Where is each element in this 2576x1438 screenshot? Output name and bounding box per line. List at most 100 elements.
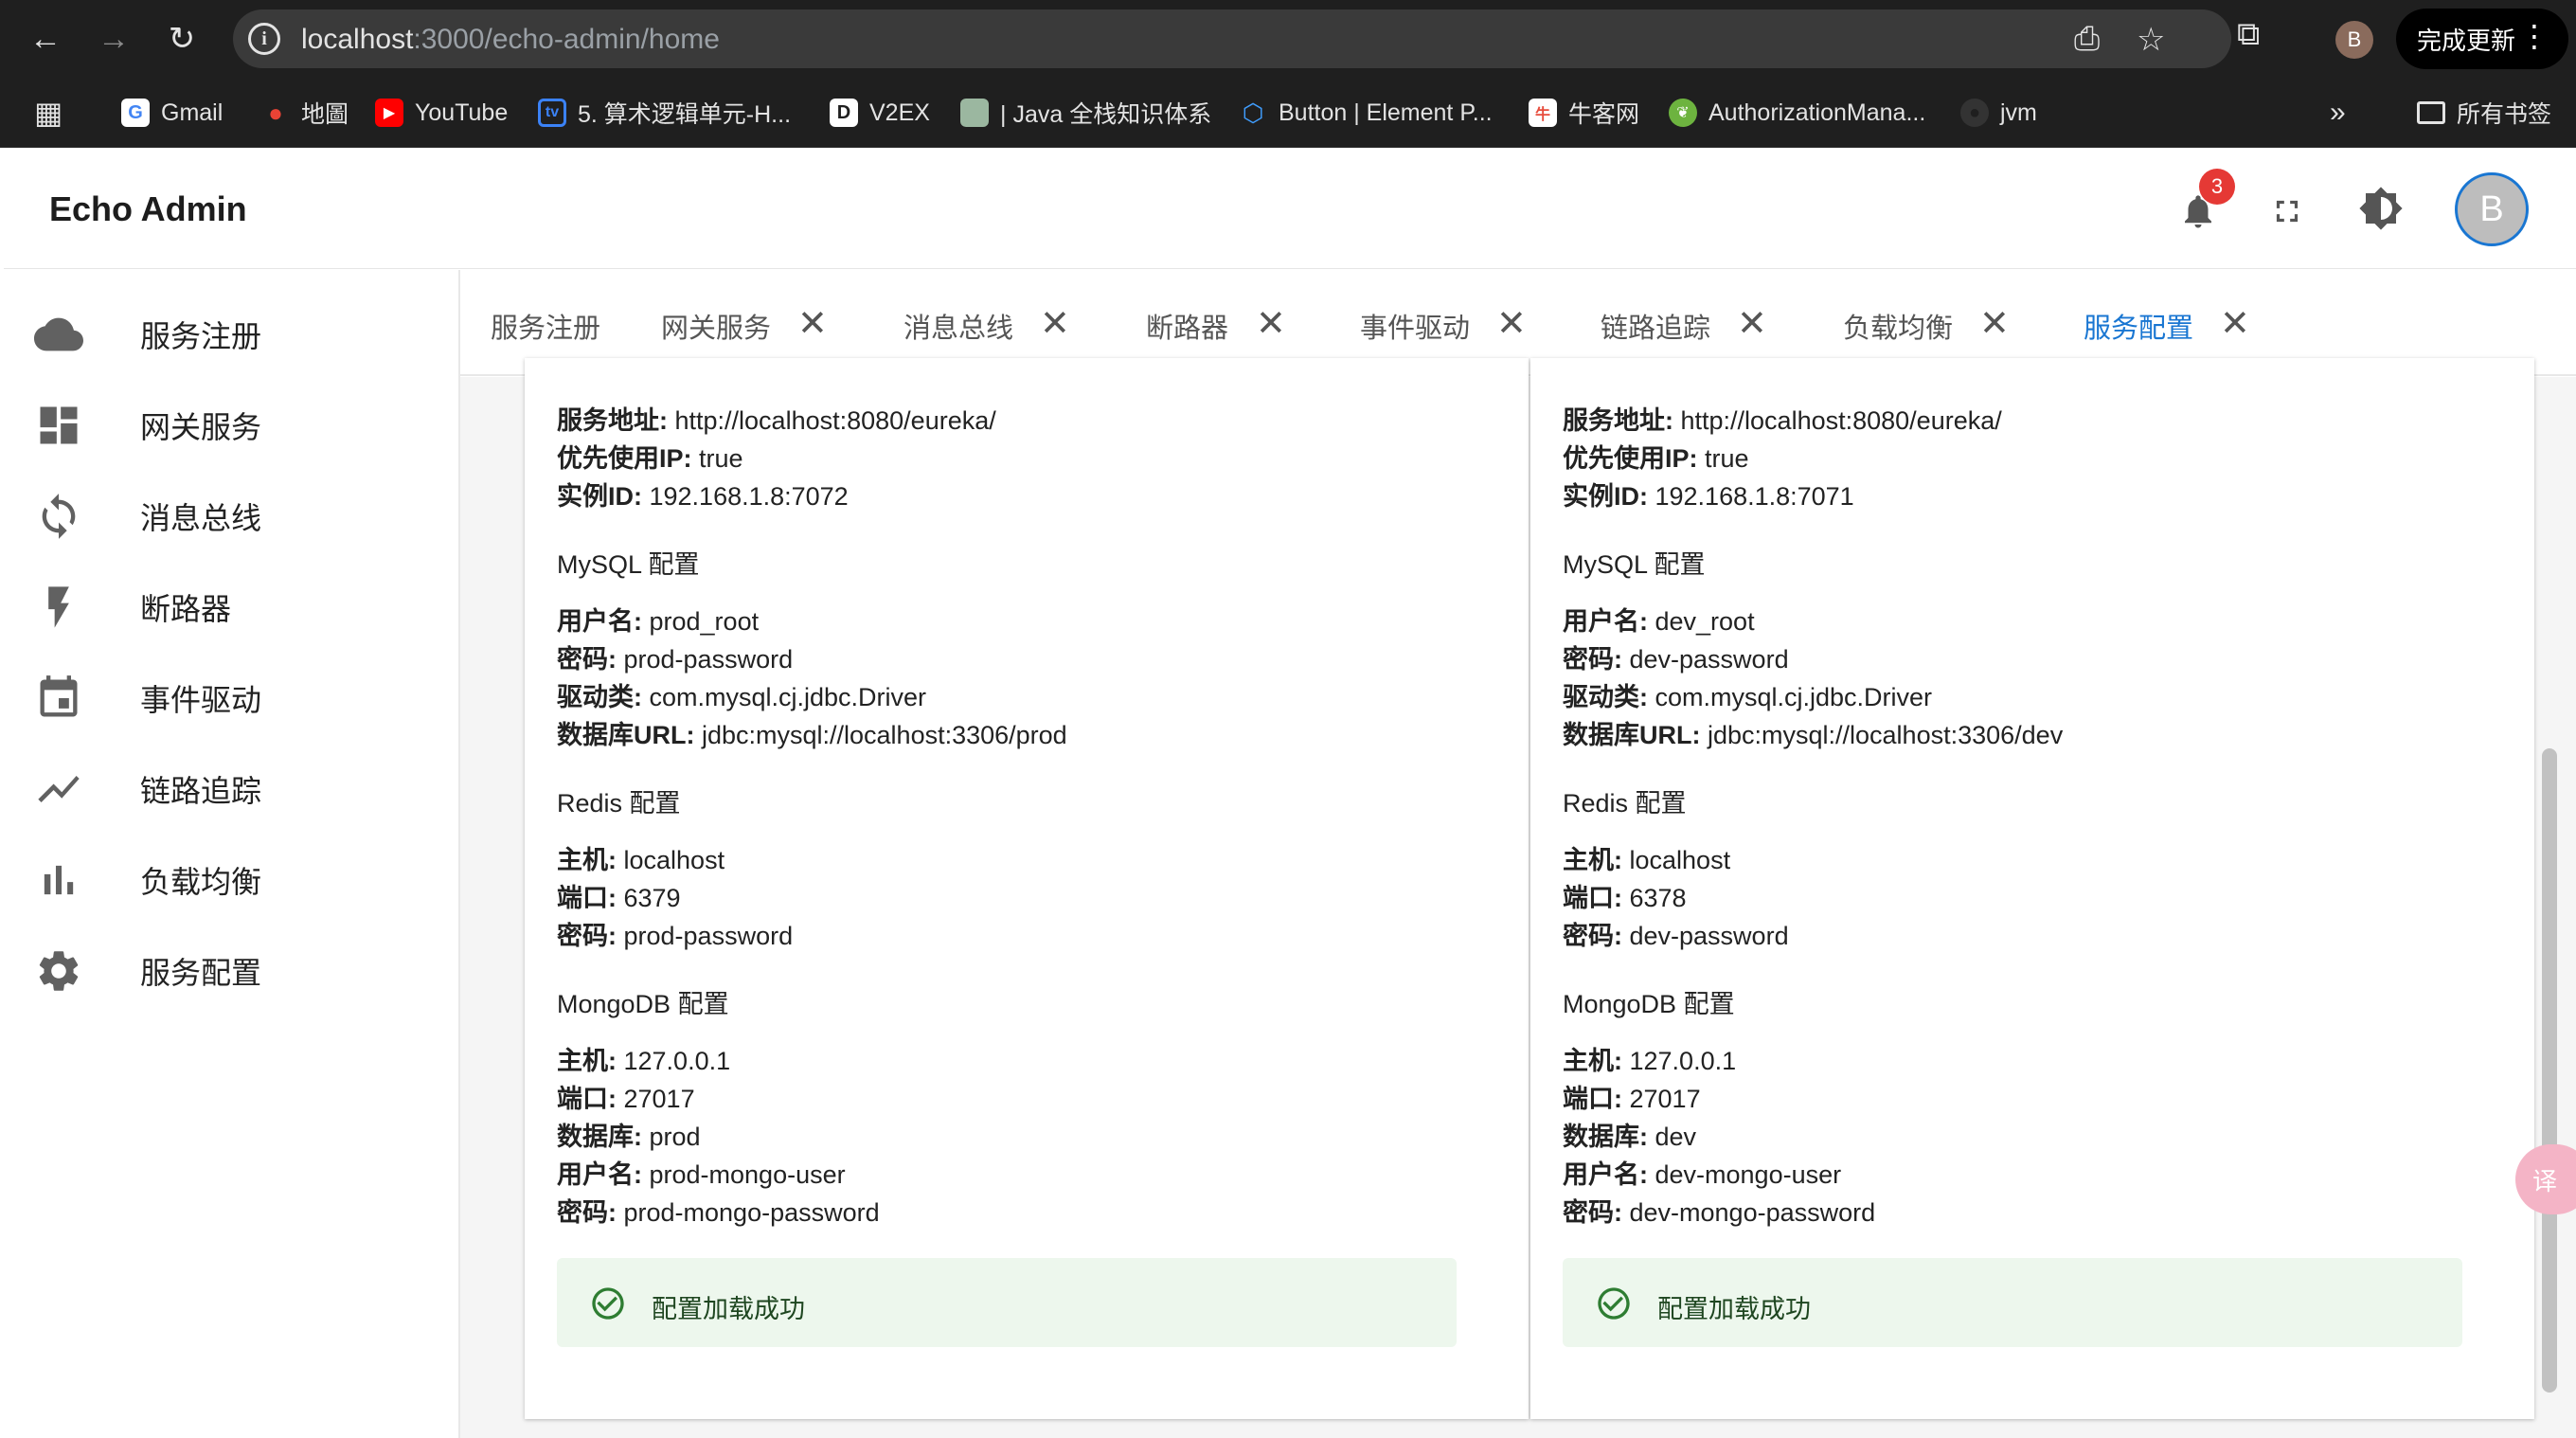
section-title-redis: Redis 配置 bbox=[1563, 789, 1687, 818]
translate-icon[interactable]: 译 bbox=[2515, 1144, 2576, 1214]
update-button[interactable]: 完成更新 ⋮ bbox=[2396, 9, 2568, 69]
v2ex-icon: D bbox=[830, 99, 858, 127]
config-value: dev bbox=[1648, 1123, 1697, 1151]
bookmark-label: 地圖 bbox=[301, 101, 349, 128]
config-key: 服务地址: bbox=[557, 406, 668, 435]
sidebar-item-service-registry[interactable]: 服务注册 bbox=[4, 289, 458, 380]
theme-toggle-icon[interactable] bbox=[2358, 186, 2404, 231]
tab-label: 消息总线 bbox=[903, 314, 1014, 344]
sidebar-item-label: 断路器 bbox=[140, 592, 232, 626]
bookmark-label: | Java 全栈知识体系 bbox=[1000, 101, 1212, 128]
config-key: 端口: bbox=[1563, 1085, 1622, 1113]
config-value: com.mysql.cj.jdbc.Driver bbox=[642, 683, 927, 711]
config-key: 数据库: bbox=[1563, 1123, 1648, 1151]
bookmark-gmail[interactable]: G Gmail bbox=[121, 97, 223, 129]
fullscreen-icon[interactable] bbox=[2269, 193, 2305, 229]
tab-service-config[interactable]: 服务配置 ✕ bbox=[2084, 304, 2250, 346]
address-bar[interactable]: i localhost:3000/echo-admin/home ⎙ ☆ bbox=[233, 9, 2231, 68]
config-value: dev-mongo-user bbox=[1648, 1160, 1842, 1189]
config-value: 127.0.0.1 bbox=[1622, 1047, 1737, 1075]
bolt-icon bbox=[48, 586, 69, 628]
config-row: 端口: 27017 bbox=[557, 1078, 695, 1115]
bookmark-maps[interactable]: ● 地圖 bbox=[261, 97, 349, 129]
config-value: http://localhost:8080/eureka/ bbox=[1673, 406, 2002, 435]
tab-circuit-breaker[interactable]: 断路器 ✕ bbox=[1146, 304, 1286, 346]
reload-icon[interactable]: ↻ bbox=[159, 16, 205, 62]
more-bookmarks-icon[interactable]: » bbox=[2330, 97, 2346, 129]
tab-service-registry[interactable]: 服务注册 bbox=[491, 306, 600, 346]
bookmark-star-icon[interactable]: ☆ bbox=[2137, 21, 2165, 59]
config-key: 端口: bbox=[1563, 884, 1622, 912]
config-row: 主机: 127.0.0.1 bbox=[1563, 1040, 1736, 1077]
config-key: 主机: bbox=[1563, 846, 1622, 874]
section-title-mysql: MySQL 配置 bbox=[1563, 550, 1706, 579]
extensions-icon[interactable]: ⧉ bbox=[2237, 16, 2260, 53]
close-icon[interactable]: ✕ bbox=[1040, 302, 1070, 345]
user-avatar[interactable]: B bbox=[2455, 172, 2529, 246]
site-info-icon[interactable]: i bbox=[248, 23, 280, 55]
sidebar-item-message-bus[interactable]: 消息总线 bbox=[4, 471, 458, 562]
section-title-mongodb: MongoDB 配置 bbox=[557, 990, 729, 1018]
apps-grid-icon[interactable]: ▦ bbox=[34, 96, 63, 130]
sidebar-item-gateway[interactable]: 网关服务 bbox=[4, 380, 458, 471]
close-icon[interactable]: ✕ bbox=[1496, 302, 1527, 345]
sidebar-item-event-driven[interactable]: 事件驱动 bbox=[4, 653, 458, 744]
config-value: dev_root bbox=[1648, 607, 1755, 636]
config-row: 数据库URL: jdbc:mysql://localhost:3306/dev bbox=[1563, 714, 2063, 751]
config-row: 用户名: dev-mongo-user bbox=[1563, 1154, 1841, 1191]
config-key: 用户名: bbox=[557, 1160, 642, 1189]
config-key: 数据库URL: bbox=[557, 721, 695, 749]
bookmark-authorization[interactable]: ❦ AuthorizationMana... bbox=[1669, 97, 1925, 129]
bookmark-youtube[interactable]: ▶ YouTube bbox=[375, 97, 508, 129]
sidebar-item-label: 消息总线 bbox=[140, 501, 262, 535]
bookmark-java[interactable]: | Java 全栈知识体系 bbox=[960, 97, 1211, 129]
leaf-icon: ❦ bbox=[1669, 99, 1697, 127]
config-key: 优先使用IP: bbox=[557, 444, 692, 473]
tab-tracing[interactable]: 链路追踪 ✕ bbox=[1601, 304, 1767, 346]
install-app-icon[interactable]: ⎙ bbox=[2074, 21, 2100, 58]
scrollbar-thumb[interactable] bbox=[2542, 748, 2557, 1393]
config-value: 127.0.0.1 bbox=[617, 1047, 731, 1075]
forward-icon[interactable]: → bbox=[91, 16, 136, 62]
github-icon: ● bbox=[1960, 99, 1989, 127]
bookmark-element[interactable]: ⬡ Button | Element P... bbox=[1239, 97, 1493, 129]
profile-avatar[interactable]: B bbox=[2335, 21, 2373, 59]
config-row: 用户名: prod-mongo-user bbox=[557, 1154, 846, 1191]
tab-label: 网关服务 bbox=[661, 314, 772, 344]
more-menu-icon[interactable]: ⋮ bbox=[2519, 18, 2549, 54]
close-icon[interactable]: ✕ bbox=[797, 302, 828, 345]
bookmark-nowcoder[interactable]: 牛牛客网 bbox=[1529, 97, 1639, 129]
tab-event-driven[interactable]: 事件驱动 ✕ bbox=[1360, 304, 1527, 346]
bookmark-v2ex[interactable]: D V2EX bbox=[830, 97, 930, 129]
dashboard-icon bbox=[40, 406, 78, 444]
sidebar-item-load-balancing[interactable]: 负载均衡 bbox=[4, 835, 458, 926]
tab-gateway[interactable]: 网关服务 ✕ bbox=[661, 304, 828, 346]
config-key: 主机: bbox=[557, 846, 617, 874]
all-bookmarks[interactable]: 所有书签 bbox=[2417, 97, 2551, 129]
success-alert: 配置加载成功 bbox=[557, 1258, 1457, 1347]
config-row: 实例ID: 192.168.1.8:7072 bbox=[557, 476, 849, 512]
app-header: Echo Admin bbox=[4, 148, 2576, 269]
config-key: 实例ID: bbox=[1563, 482, 1648, 511]
sidebar-item-service-config[interactable]: 服务配置 bbox=[4, 926, 458, 1016]
check-circle-icon bbox=[1598, 1287, 1630, 1320]
sidebar-item-tracing[interactable]: 链路追踪 bbox=[4, 744, 458, 835]
config-key: 数据库URL: bbox=[1563, 721, 1701, 749]
bookmark-bilibili[interactable]: tv 5. 算术逻辑单元-H... bbox=[538, 97, 791, 129]
tab-message-bus[interactable]: 消息总线 ✕ bbox=[903, 304, 1070, 346]
settings-icon bbox=[39, 951, 79, 991]
close-icon[interactable]: ✕ bbox=[1979, 302, 2010, 345]
close-icon[interactable]: ✕ bbox=[1256, 302, 1286, 345]
close-icon[interactable]: ✕ bbox=[2220, 302, 2250, 345]
back-icon[interactable]: ← bbox=[23, 16, 68, 62]
nowcoder-icon: 牛 bbox=[1529, 99, 1557, 127]
config-value: true bbox=[691, 444, 743, 473]
success-alert: 配置加载成功 bbox=[1563, 1258, 2462, 1347]
bookmark-jvm[interactable]: ● jvm bbox=[1960, 97, 2037, 129]
close-icon[interactable]: ✕ bbox=[1737, 302, 1767, 345]
sidebar-item-circuit-breaker[interactable]: 断路器 bbox=[4, 562, 458, 653]
folder-icon bbox=[2417, 101, 2445, 124]
tab-load-balancing[interactable]: 负载均衡 ✕ bbox=[1843, 304, 2010, 346]
config-key: 驱动类: bbox=[557, 683, 642, 711]
url-text[interactable]: localhost:3000/echo-admin/home bbox=[301, 24, 720, 56]
